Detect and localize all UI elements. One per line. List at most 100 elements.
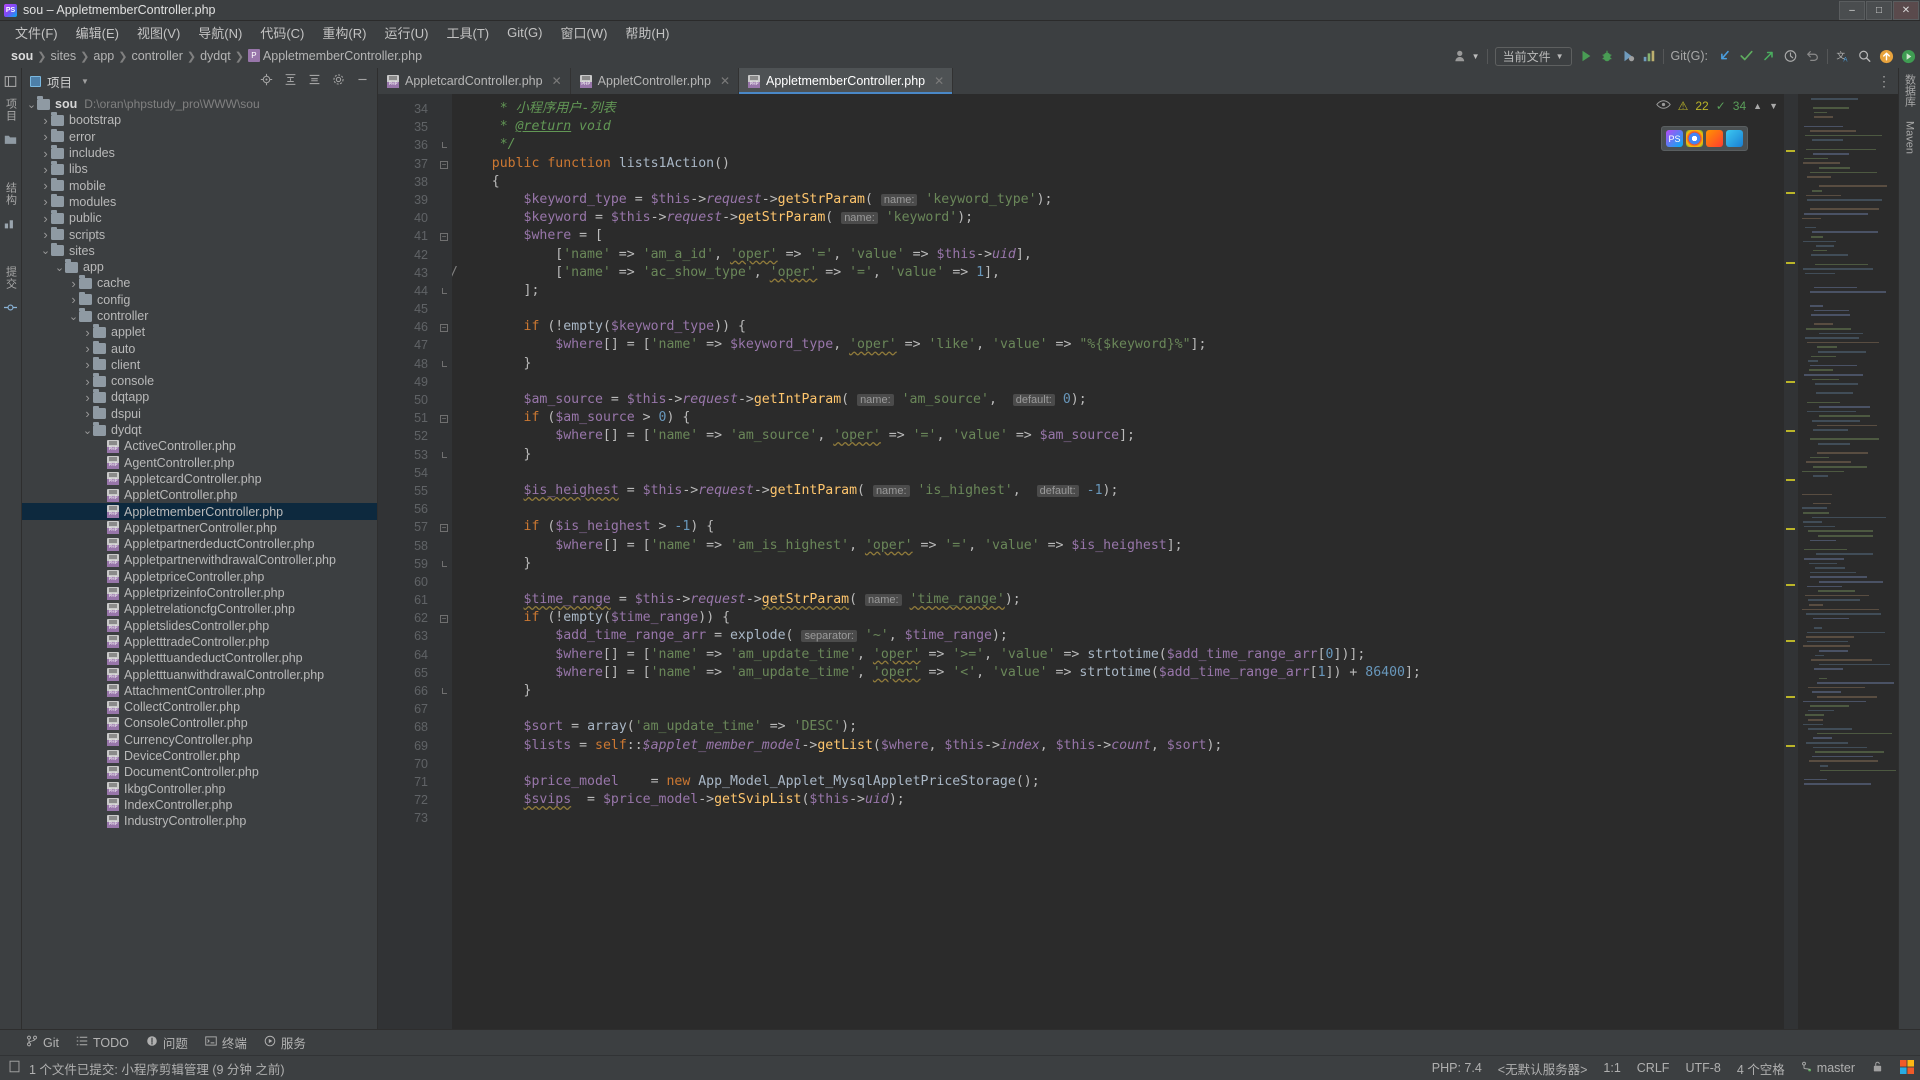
code-line[interactable]: }	[460, 555, 1784, 573]
code-line[interactable]	[460, 464, 1784, 482]
code-line[interactable]: if ($is_heighest > -1) {	[460, 518, 1784, 536]
minimize-button[interactable]: –	[1839, 1, 1865, 20]
error-stripe-mark[interactable]	[1786, 430, 1795, 432]
error-stripe-mark[interactable]	[1786, 584, 1795, 586]
code-line[interactable]: $lists = self::$applet_member_model->get…	[460, 737, 1784, 755]
hide-panel-icon[interactable]	[356, 73, 369, 89]
status-encoding[interactable]: UTF-8	[1685, 1061, 1720, 1075]
status-branch[interactable]: master	[1801, 1061, 1855, 1076]
tree-folder-item[interactable]: ›mobile	[22, 177, 377, 193]
coverage-icon[interactable]	[1621, 49, 1635, 63]
fold-marker-icon[interactable]: −	[436, 609, 452, 627]
error-stripe-mark[interactable]	[1786, 745, 1795, 747]
status-server[interactable]: <无默认服务器>	[1498, 1059, 1588, 1078]
play-next-icon[interactable]	[1901, 49, 1916, 64]
fold-marker-icon[interactable]: −	[436, 409, 452, 427]
chevron-right-icon[interactable]: ›	[40, 178, 51, 193]
tree-file-item[interactable]: IkbgController.php	[22, 780, 377, 796]
menu-navigate[interactable]: 导航(N)	[189, 21, 251, 44]
breadcrumb-item-dydqt[interactable]: dydqt	[196, 49, 235, 63]
code-line[interactable]: if (!empty($keyword_type)) {	[460, 318, 1784, 336]
maximize-button[interactable]: □	[1866, 1, 1892, 20]
chevron-right-icon[interactable]: ›	[82, 341, 93, 356]
breadcrumb-item-file[interactable]: AppletmemberController.php	[244, 49, 426, 63]
phpstorm-preview-icon[interactable]: PS	[1666, 130, 1683, 147]
tree-file-item[interactable]: DeviceController.php	[22, 748, 377, 764]
tree-file-item[interactable]: IndexController.php	[22, 797, 377, 813]
status-php-version[interactable]: PHP: 7.4	[1432, 1061, 1482, 1075]
error-stripe-mark[interactable]	[1786, 262, 1795, 264]
tree-folder-item[interactable]: ›auto	[22, 340, 377, 356]
chevron-down-icon[interactable]: ⌄	[82, 424, 93, 437]
tree-folder-item[interactable]: ›client	[22, 357, 377, 373]
code-line[interactable]: $where[] = ['name' => $keyword_type, 'op…	[460, 336, 1784, 354]
browser-preview-toolbar[interactable]: PS	[1661, 126, 1748, 151]
tree-file-item[interactable]: AppletmemberController.php	[22, 503, 377, 519]
run-icon[interactable]	[1579, 49, 1593, 63]
tree-file-item[interactable]: AppletpriceController.php	[22, 569, 377, 585]
fold-marker-icon[interactable]	[436, 355, 452, 373]
chevron-right-icon[interactable]: ›	[82, 406, 93, 421]
chevron-up-icon[interactable]: ▲	[1753, 101, 1762, 111]
tree-folder-item[interactable]: ›config	[22, 292, 377, 308]
tool-window-todo[interactable]: TODO	[76, 1035, 129, 1050]
code-line[interactable]: */	[460, 136, 1784, 154]
menu-file[interactable]: 文件(F)	[6, 21, 67, 44]
tree-folder-item[interactable]: ›modules	[22, 194, 377, 210]
chevron-right-icon[interactable]: ›	[82, 374, 93, 389]
tree-file-item[interactable]: AppletslidesController.php	[22, 618, 377, 634]
expand-all-icon[interactable]	[284, 73, 297, 89]
gear-icon[interactable]	[332, 73, 345, 89]
close-button[interactable]: ✕	[1893, 1, 1919, 20]
profile-icon[interactable]	[1642, 49, 1656, 63]
tree-file-item[interactable]: AppletttuanwithdrawalController.php	[22, 666, 377, 682]
commit-icon[interactable]	[4, 300, 18, 314]
code-line[interactable]: $svips = $price_model->getSvipList($this…	[460, 791, 1784, 809]
code-line[interactable]: public function lists1Action()	[460, 155, 1784, 173]
fold-marker-icon[interactable]	[436, 136, 452, 154]
tree-folder-item[interactable]: ⌄souD:\oran\phpstudy_pro\WWW\sou	[22, 96, 377, 112]
tree-file-item[interactable]: ConsoleController.php	[22, 715, 377, 731]
code-line[interactable]: $time_range = $this->request->getStrPara…	[460, 591, 1784, 609]
locate-icon[interactable]	[260, 73, 273, 89]
code-line[interactable]: }	[460, 446, 1784, 464]
tree-folder-item[interactable]: ›scripts	[22, 226, 377, 242]
tree-file-item[interactable]: AppletttradeController.php	[22, 634, 377, 650]
tree-folder-item[interactable]: ⌄dydqt	[22, 422, 377, 438]
ide-logo-icon[interactable]	[1900, 1060, 1914, 1077]
tree-file-item[interactable]: AppletpartnerController.php	[22, 520, 377, 536]
translate-icon[interactable]: 文A	[1835, 49, 1850, 63]
git-history-icon[interactable]	[1783, 49, 1798, 63]
firefox-preview-icon[interactable]	[1706, 130, 1723, 147]
lock-icon[interactable]	[1871, 1060, 1884, 1076]
status-caret-position[interactable]: 1:1	[1603, 1061, 1620, 1075]
code-line[interactable]: {	[460, 173, 1784, 191]
tree-file-item[interactable]: AppletrelationcfgController.php	[22, 601, 377, 617]
chevron-right-icon[interactable]: ›	[40, 227, 51, 242]
code-line[interactable]: if (!empty($time_range)) {	[460, 609, 1784, 627]
error-stripe-mark[interactable]	[1786, 150, 1795, 152]
fold-marker-icon[interactable]: −	[436, 318, 452, 336]
tree-folder-item[interactable]: ›includes	[22, 145, 377, 161]
error-stripe-mark[interactable]	[1786, 381, 1795, 383]
tree-file-item[interactable]: ActiveController.php	[22, 438, 377, 454]
status-indent[interactable]: 4 个空格	[1737, 1059, 1785, 1078]
error-stripe-mark[interactable]	[1786, 640, 1795, 642]
editor-tab[interactable]: AppletController.php✕	[571, 68, 739, 94]
tree-folder-item[interactable]: ›libs	[22, 161, 377, 177]
code-line[interactable]: $where[] = ['name' => 'am_update_time', …	[460, 664, 1784, 682]
fold-marker-icon[interactable]	[436, 282, 452, 300]
minimap[interactable]	[1798, 94, 1898, 1029]
debug-icon[interactable]	[1600, 49, 1614, 63]
menu-view[interactable]: 视图(V)	[128, 21, 189, 44]
tree-file-item[interactable]: CollectController.php	[22, 699, 377, 715]
tree-folder-item[interactable]: ⌄app	[22, 259, 377, 275]
tree-folder-item[interactable]: ›error	[22, 129, 377, 145]
inspection-eye-icon[interactable]	[1656, 99, 1671, 113]
fold-marker-icon[interactable]: −	[436, 518, 452, 536]
menu-git[interactable]: Git(G)	[498, 23, 551, 42]
tree-file-item[interactable]: AppletcardController.php	[22, 471, 377, 487]
tree-file-item[interactable]: IndustryController.php	[22, 813, 377, 829]
code-line[interactable]	[460, 809, 1784, 827]
tree-file-item[interactable]: CurrencyController.php	[22, 732, 377, 748]
